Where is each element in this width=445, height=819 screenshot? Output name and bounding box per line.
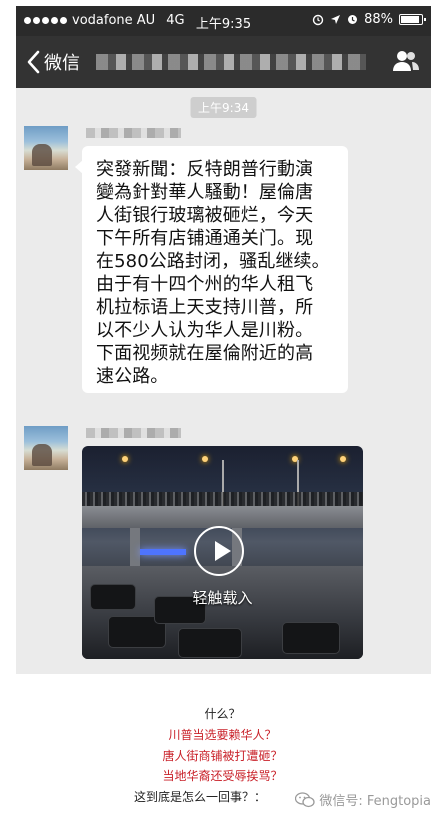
caption-line-4: 当地华裔还受辱挨骂？ [162, 769, 283, 783]
contact-info-icon [393, 51, 419, 71]
caption-line-2: 川普当选要赖华人？ [168, 728, 277, 742]
video-load-label: 轻触载入 [192, 589, 253, 607]
sender-avatar[interactable] [24, 426, 68, 470]
wechat-logo-icon [295, 791, 315, 807]
sender-name-blurred [86, 128, 181, 138]
clock-icon [348, 15, 358, 24]
back-label: 微信 [44, 53, 80, 74]
message-bubble-text[interactable]: 突發新聞：反特朗普行動演 變為針對華人騷動！屋倫唐 人街银行玻璃被砸烂，今天 下… [75, 146, 348, 393]
sender-name-blurred [86, 428, 181, 438]
location-arrow-icon [331, 15, 341, 24]
message-timestamp: 上午9:34 [190, 97, 257, 118]
watermark-text: 微信号: Fengtopia [319, 794, 431, 809]
alarm-icon [312, 14, 324, 25]
caption-line-3: 唐人街商铺被打遭砸？ [162, 749, 283, 763]
contact-info-button[interactable] [393, 50, 419, 76]
nav-bar: 微信 [16, 36, 431, 88]
battery-icon [399, 14, 426, 25]
video-message[interactable]: 轻触载入 [82, 446, 363, 659]
back-button[interactable]: 微信 [26, 49, 80, 75]
status-bar: vodafone AU 4G 上午9:35 88% [16, 6, 431, 36]
message-text: 突發新聞：反特朗普行動演 變為針對華人騷動！屋倫唐 人街银行玻璃被砸烂，今天 下… [96, 159, 330, 387]
chat-screen: vodafone AU 4G 上午9:35 88% 微信 上午9:34 突發新聞… [16, 6, 431, 674]
chat-title-blurred [96, 54, 366, 70]
battery-percent: 88% [364, 12, 393, 27]
sender-avatar[interactable] [24, 126, 68, 170]
caption-line-1: 什么？ [204, 707, 241, 721]
play-icon[interactable] [194, 526, 244, 576]
wechat-watermark: 微信号: Fengtopia [295, 790, 431, 809]
chevron-left-icon [27, 50, 40, 74]
